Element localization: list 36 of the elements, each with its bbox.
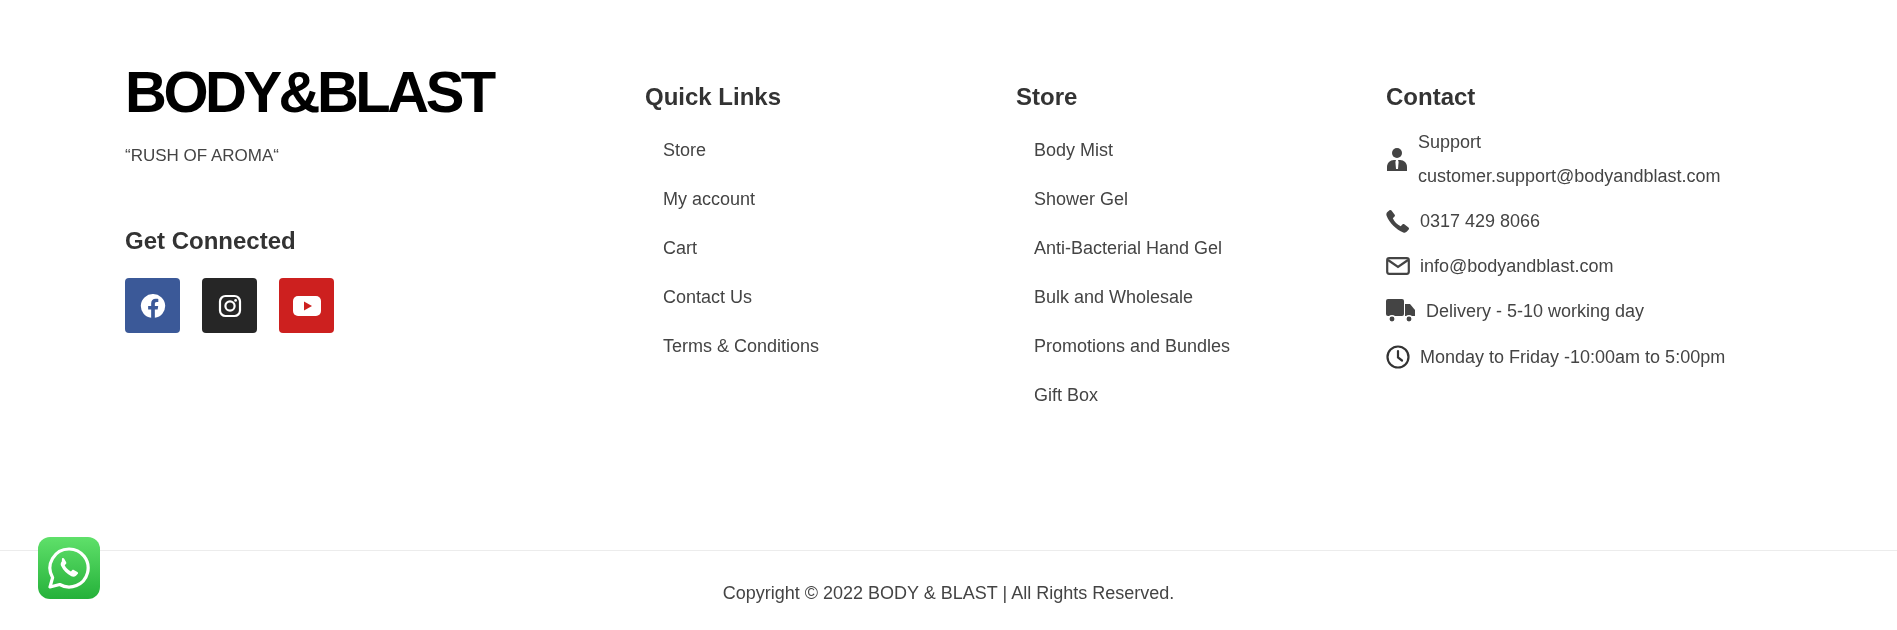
footer-link[interactable]: Store [663, 139, 707, 161]
facebook-icon [139, 292, 166, 319]
footer-link[interactable]: Bulk and Wholesale [1034, 286, 1194, 308]
footer-link[interactable]: Body Mist [1034, 139, 1114, 161]
contact-text: info@bodyandblast.com [1420, 255, 1614, 277]
chat-bubble-icon [47, 546, 91, 590]
logo[interactable]: BODY&BLAST [125, 68, 493, 116]
social-link[interactable] [202, 278, 257, 333]
phone-icon [1386, 209, 1410, 233]
footer-link[interactable]: Promotions and Bundles [1034, 335, 1231, 357]
footer-link[interactable]: Contact Us [663, 286, 753, 308]
section-heading: Quick Links [645, 82, 782, 112]
section-heading: Get Connected [125, 226, 296, 256]
footer-link[interactable]: Anti-Bacterial Hand Gel [1034, 237, 1223, 259]
mail-icon [1386, 257, 1410, 275]
social-link[interactable] [125, 278, 180, 333]
person-icon [1386, 147, 1408, 171]
truck-icon [1386, 299, 1416, 323]
footer-link[interactable]: Gift Box [1034, 384, 1099, 406]
contact-text: 0317 429 8066 [1420, 210, 1541, 232]
footer-link[interactable]: Cart [663, 237, 697, 259]
tagline: “RUSH OF AROMA“ [125, 146, 279, 166]
camera-icon [217, 293, 242, 318]
footer-link[interactable]: Terms & Conditions [663, 335, 820, 357]
contact-text: Monday to Friday -10:00am to 5:00pm [1420, 346, 1726, 368]
contact-text: Support [1418, 131, 1483, 153]
clock-icon [1386, 345, 1410, 369]
copyright-text: Copyright © 2022 BODY & BLAST | All Rights Reserved. [722, 583, 1175, 604]
contact-text: customer.support@bodyandblast.com [1418, 165, 1721, 187]
play-icon [292, 295, 321, 316]
footer-link[interactable]: My account [663, 188, 756, 210]
footer-link[interactable]: Shower Gel [1034, 188, 1129, 210]
contact-text: Delivery - 5-10 working day [1426, 300, 1645, 322]
section-heading: Contact [1386, 82, 1476, 112]
section-heading: Store [1016, 82, 1078, 112]
chat-button[interactable] [38, 537, 100, 599]
